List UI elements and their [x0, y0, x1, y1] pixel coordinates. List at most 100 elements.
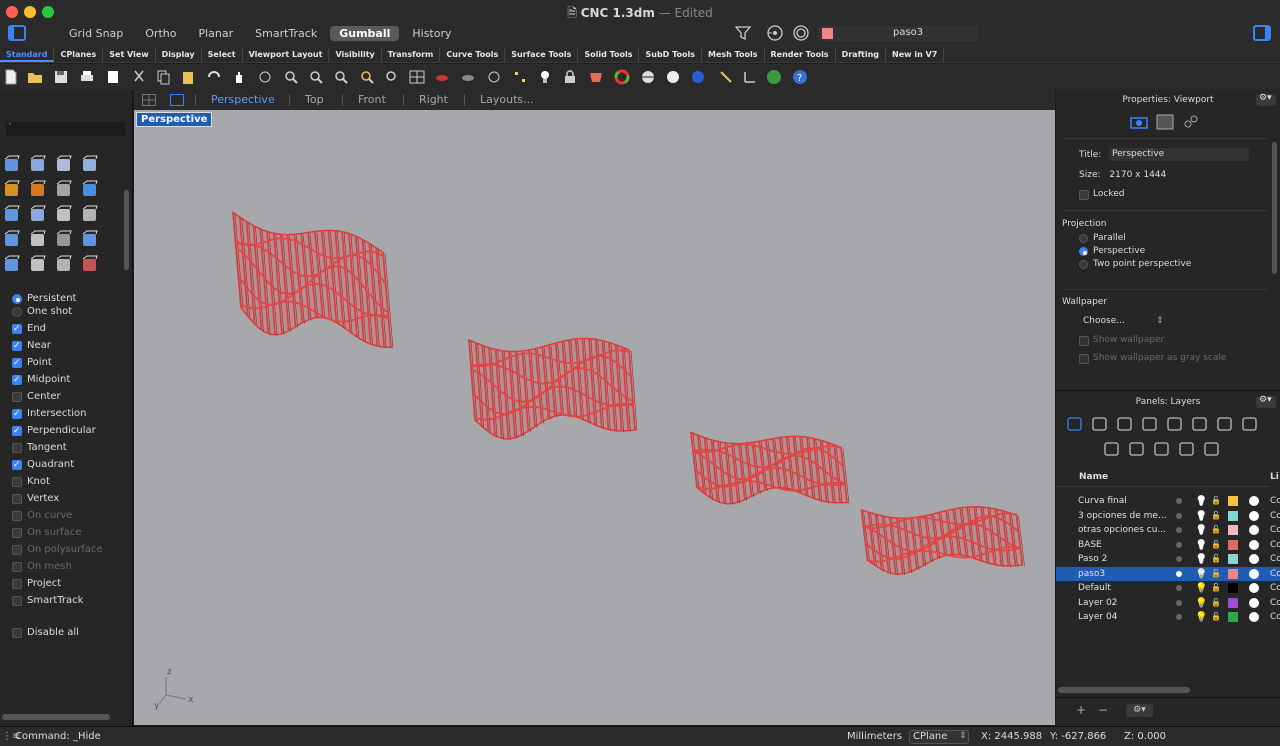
properties-gear-icon[interactable]: ⚙▾	[1256, 93, 1276, 106]
layer-current-indicator[interactable]	[1176, 585, 1182, 591]
show-wallpaper-checkbox[interactable]	[1079, 336, 1089, 346]
layer-name[interactable]: Layer 04	[1078, 610, 1174, 624]
viewport-tab-front[interactable]: Front	[358, 93, 386, 106]
toolbar-tab-transform[interactable]: Transform	[382, 48, 441, 62]
objects-panel-icon[interactable]	[1091, 415, 1109, 433]
layer-linetype[interactable]: Co	[1270, 567, 1280, 581]
copy-icon[interactable]	[155, 69, 171, 85]
cube-panel-icon[interactable]	[1141, 415, 1159, 433]
environment-panel-icon[interactable]	[1203, 440, 1221, 458]
ribbed-surface-model[interactable]	[860, 505, 1025, 576]
toolbar-tab-subd-tools[interactable]: SubD Tools	[639, 48, 702, 62]
osnap-checkbox[interactable]	[12, 511, 22, 521]
osnap-checkbox[interactable]	[12, 528, 22, 538]
cylinder-icon[interactable]	[54, 155, 74, 175]
layers-panel-icon[interactable]	[1066, 415, 1084, 433]
target-icon[interactable]	[792, 24, 810, 42]
control-points-icon[interactable]	[512, 69, 528, 85]
properties-icon[interactable]	[105, 69, 121, 85]
lock-icon[interactable]: 🔓	[1211, 552, 1221, 566]
layers-gear-icon[interactable]: ⚙▾	[1256, 395, 1276, 408]
layer-linetype[interactable]: Co	[1270, 538, 1280, 552]
projection-radio[interactable]	[1079, 260, 1088, 269]
layer-linetype[interactable]: Co	[1270, 523, 1280, 537]
sidebar-scrollbar[interactable]	[124, 190, 129, 270]
lock-icon[interactable]: 🔓	[1211, 538, 1221, 552]
ribbed-surface-model[interactable]	[468, 337, 638, 441]
layer-name[interactable]: Paso 2	[1078, 552, 1174, 566]
osnap-checkbox[interactable]	[12, 596, 22, 606]
drafting-panel-icon[interactable]	[1241, 415, 1259, 433]
layer-name[interactable]: otras opciones cu...	[1078, 523, 1174, 537]
viewport-tab-perspective[interactable]: Perspective	[211, 93, 275, 106]
toolbar-tab-display[interactable]: Display	[156, 48, 202, 62]
cut-icon[interactable]	[131, 69, 147, 85]
layer-color-swatch[interactable]	[1228, 612, 1238, 622]
layer-linetype[interactable]: Co	[1270, 509, 1280, 523]
boolean-icon[interactable]	[28, 180, 48, 200]
mode-grid-snap-button[interactable]: Grid Snap	[60, 26, 132, 41]
named-views-panel-icon[interactable]	[1166, 415, 1184, 433]
layer-material-icon[interactable]	[1249, 568, 1259, 579]
notes-panel-icon[interactable]	[1128, 440, 1146, 458]
lock-icon[interactable]: 🔓	[1211, 523, 1221, 537]
projection-radio[interactable]	[1079, 234, 1088, 243]
filter-icon[interactable]	[734, 24, 752, 42]
viewport-tab-top[interactable]: Top	[305, 93, 324, 106]
undo-view-icon[interactable]	[384, 69, 400, 85]
layer-row[interactable]: Curva final 💡 🔓 Co	[1056, 494, 1280, 508]
right-sidebar-toggle-icon[interactable]	[1253, 25, 1271, 41]
lightbulb-icon[interactable]: 💡	[1195, 495, 1207, 509]
layer-row[interactable]: BASE 💡 🔓 Co	[1056, 538, 1280, 552]
render-panel-icon[interactable]	[1103, 440, 1121, 458]
toolbar-tab-drafting[interactable]: Drafting	[836, 48, 887, 62]
mesh-icon[interactable]	[54, 255, 74, 275]
toolbar-tab-surface-tools[interactable]: Surface Tools	[505, 48, 579, 62]
layer-linetype[interactable]: Co	[1270, 581, 1280, 595]
remove-layer-button[interactable]: −	[1098, 703, 1108, 717]
plane-surface-icon[interactable]	[80, 155, 100, 175]
dimension-icon[interactable]	[718, 69, 734, 85]
toolbar-tab-viewport-layout[interactable]: Viewport Layout	[243, 48, 330, 62]
osnap-checkbox[interactable]	[12, 408, 22, 421]
zoom-window-icon[interactable]	[308, 69, 324, 85]
ribbed-surface-model[interactable]	[690, 431, 850, 505]
osnap-checkbox[interactable]	[12, 545, 22, 555]
toolbar-tab-new-in-v7[interactable]: New in V7	[886, 48, 945, 62]
viewport-tab-layouts[interactable]: Layouts...	[480, 93, 534, 106]
layer-name[interactable]: paso3	[1078, 567, 1174, 581]
move-icon[interactable]	[80, 230, 100, 250]
units-label[interactable]: Millimeters	[847, 731, 902, 742]
layer-linetype[interactable]: Co	[1270, 494, 1280, 508]
display-panel-icon[interactable]	[1191, 415, 1209, 433]
layer-linetype[interactable]: Co	[1270, 596, 1280, 610]
layer-row[interactable]: Layer 04 💡 🔓 Co	[1056, 610, 1280, 624]
layer-current-indicator[interactable]	[1176, 541, 1182, 548]
array-linear-icon[interactable]	[28, 255, 48, 275]
layer-name[interactable]: Default	[1078, 581, 1174, 595]
save-icon[interactable]	[53, 69, 69, 85]
current-layer-selector[interactable]: paso3	[818, 26, 978, 41]
toolbar-tab-render-tools[interactable]: Render Tools	[765, 48, 836, 62]
layer-material-icon[interactable]	[1249, 510, 1259, 521]
toolbar-tab-cplanes[interactable]: CPlanes	[54, 48, 104, 62]
paste-icon[interactable]	[180, 69, 196, 85]
curve-panel-icon[interactable]	[1178, 440, 1196, 458]
render-car-icon[interactable]	[460, 69, 476, 85]
lightbulb-icon[interactable]: 💡	[1195, 611, 1207, 625]
layer-color-swatch[interactable]	[1228, 597, 1238, 608]
layer-color-swatch[interactable]	[1228, 583, 1238, 593]
layer-color-swatch[interactable]	[1228, 525, 1238, 535]
layers-name-column[interactable]: Name	[1079, 472, 1108, 482]
layer-current-indicator[interactable]	[1176, 512, 1182, 519]
lightbulb-icon[interactable]: 💡	[1195, 553, 1207, 567]
open-file-icon[interactable]	[27, 69, 43, 85]
projection-radio[interactable]	[1079, 247, 1088, 256]
layer-name[interactable]: Curva final	[1078, 494, 1174, 508]
sidebar-horizontal-scrollbar[interactable]	[2, 714, 110, 720]
mode-history-button[interactable]: History	[403, 26, 460, 41]
toolbar-tab-standard[interactable]: Standard	[0, 48, 55, 62]
left-sidebar-toggle-icon[interactable]	[8, 25, 26, 41]
environment-sphere-icon[interactable]	[690, 69, 706, 85]
layer-linetype[interactable]: Co	[1270, 552, 1280, 566]
